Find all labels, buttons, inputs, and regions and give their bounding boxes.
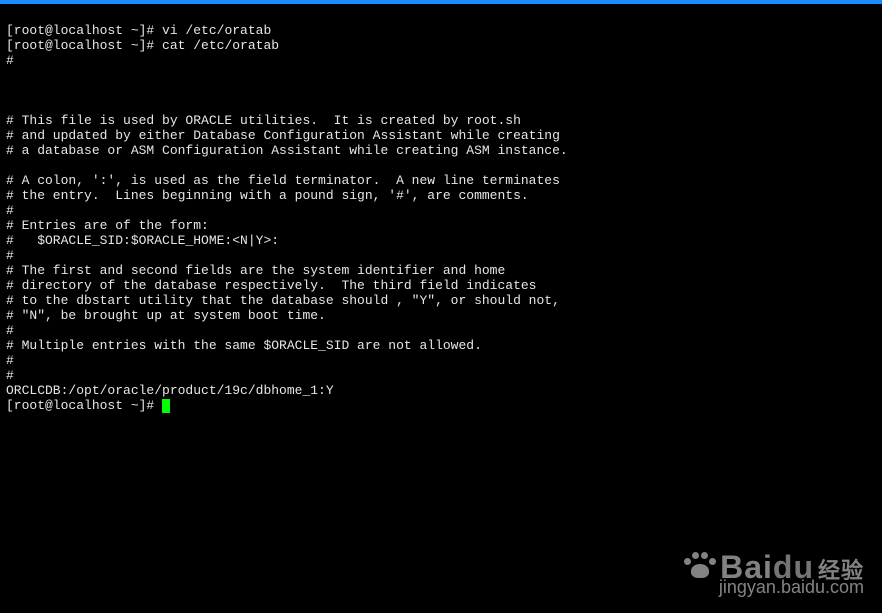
- prompt-line-3: [root@localhost ~]#: [6, 398, 170, 413]
- watermark-url: jingyan.baidu.com: [684, 580, 864, 595]
- watermark-brand-text: Baidu经验: [720, 560, 864, 578]
- prompt-line-2: [root@localhost ~]# cat /etc/oratab: [6, 38, 279, 53]
- cursor-block: [162, 399, 170, 413]
- watermark: Baidu经验 jingyan.baidu.com: [684, 550, 864, 595]
- shell-prompt: [root@localhost ~]#: [6, 398, 162, 413]
- watermark-brand-row: Baidu经验: [684, 550, 864, 578]
- terminal-output[interactable]: [root@localhost ~]# vi /etc/oratab [root…: [0, 4, 882, 417]
- shell-prompt: [root@localhost ~]#: [6, 23, 162, 38]
- shell-prompt: [root@localhost ~]#: [6, 38, 162, 53]
- paw-icon: [684, 550, 714, 578]
- file-contents: # # This file is used by ORACLE utilitie…: [6, 53, 876, 398]
- command-text: vi /etc/oratab: [162, 23, 271, 38]
- prompt-line-1: [root@localhost ~]# vi /etc/oratab: [6, 23, 271, 38]
- command-text: cat /etc/oratab: [162, 38, 279, 53]
